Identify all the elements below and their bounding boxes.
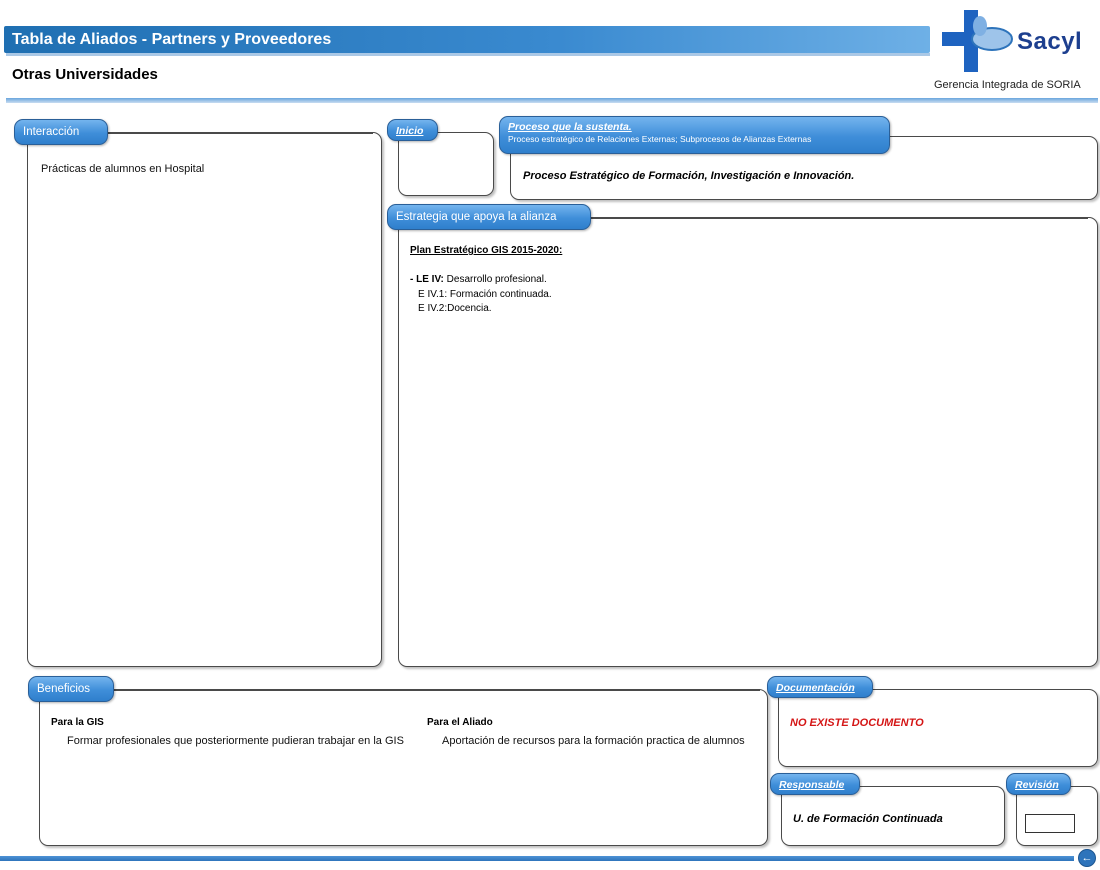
logo-name: Sacyl xyxy=(1017,28,1083,55)
logo-caption: Gerencia Integrada de SORIA xyxy=(934,79,1081,91)
beneficios-gis-heading: Para la GIS xyxy=(51,717,104,728)
estrategia-line-2: E IV.1: Formación continuada. xyxy=(418,289,552,300)
documentacion-text: NO EXISTE DOCUMENTO xyxy=(790,717,924,729)
estrategia-tab: Estrategia que apoya la alianza xyxy=(387,204,591,230)
beneficios-aliado-heading: Para el Aliado xyxy=(427,717,493,728)
responsable-tab[interactable]: Responsable xyxy=(770,773,860,795)
proceso-tab-sublabel: Proceso estratégico de Relaciones Extern… xyxy=(508,134,812,144)
proceso-tab[interactable]: Proceso que la sustenta. Proceso estraté… xyxy=(499,116,890,154)
header-divider xyxy=(6,98,1098,103)
estrategia-heading: Plan Estratégico GIS 2015-2020: xyxy=(410,245,563,256)
inicio-tab[interactable]: Inicio xyxy=(387,119,438,141)
page-subtitle: Otras Universidades xyxy=(12,66,158,83)
revision-tab[interactable]: Revisión xyxy=(1006,773,1071,795)
beneficios-tab-line xyxy=(112,689,760,691)
back-arrow-icon[interactable]: ← xyxy=(1078,849,1096,867)
interaccion-panel xyxy=(27,132,382,667)
beneficios-aliado-text: Aportación de recursos para la formación… xyxy=(442,735,745,747)
estrategia-line-3: E IV.2:Docencia. xyxy=(418,303,492,314)
sacyl-cross-icon xyxy=(942,10,1013,72)
page-title: Tabla de Aliados - Partners y Proveedore… xyxy=(12,31,332,48)
estrategia-line-1-text: Desarrollo profesional. xyxy=(443,274,547,285)
beneficios-panel xyxy=(39,689,768,846)
beneficios-tab: Beneficios xyxy=(28,676,114,702)
proceso-tab-label: Proceso que la sustenta. xyxy=(508,121,632,133)
revision-value-box xyxy=(1025,814,1075,833)
interaccion-tab-line xyxy=(105,132,373,134)
title-bar-shadow xyxy=(6,53,930,56)
interaccion-tab: Interacción xyxy=(14,119,108,145)
estrategia-line-1: - LE IV: Desarrollo profesional. xyxy=(410,274,547,285)
responsable-text: U. de Formación Continuada xyxy=(793,813,943,825)
interaccion-text: Prácticas de alumnos en Hospital xyxy=(41,163,205,175)
footer-line xyxy=(0,856,1074,861)
beneficios-gis-text: Formar profesionales que posteriormente … xyxy=(67,735,404,747)
page-title-bar: Tabla de Aliados - Partners y Proveedore… xyxy=(4,26,930,53)
estrategia-line-1-prefix: - LE IV: xyxy=(410,274,444,285)
estrategia-tab-line xyxy=(588,217,1088,219)
documentacion-tab[interactable]: Documentación xyxy=(767,676,873,698)
proceso-text: Proceso Estratégico de Formación, Invest… xyxy=(523,170,855,182)
